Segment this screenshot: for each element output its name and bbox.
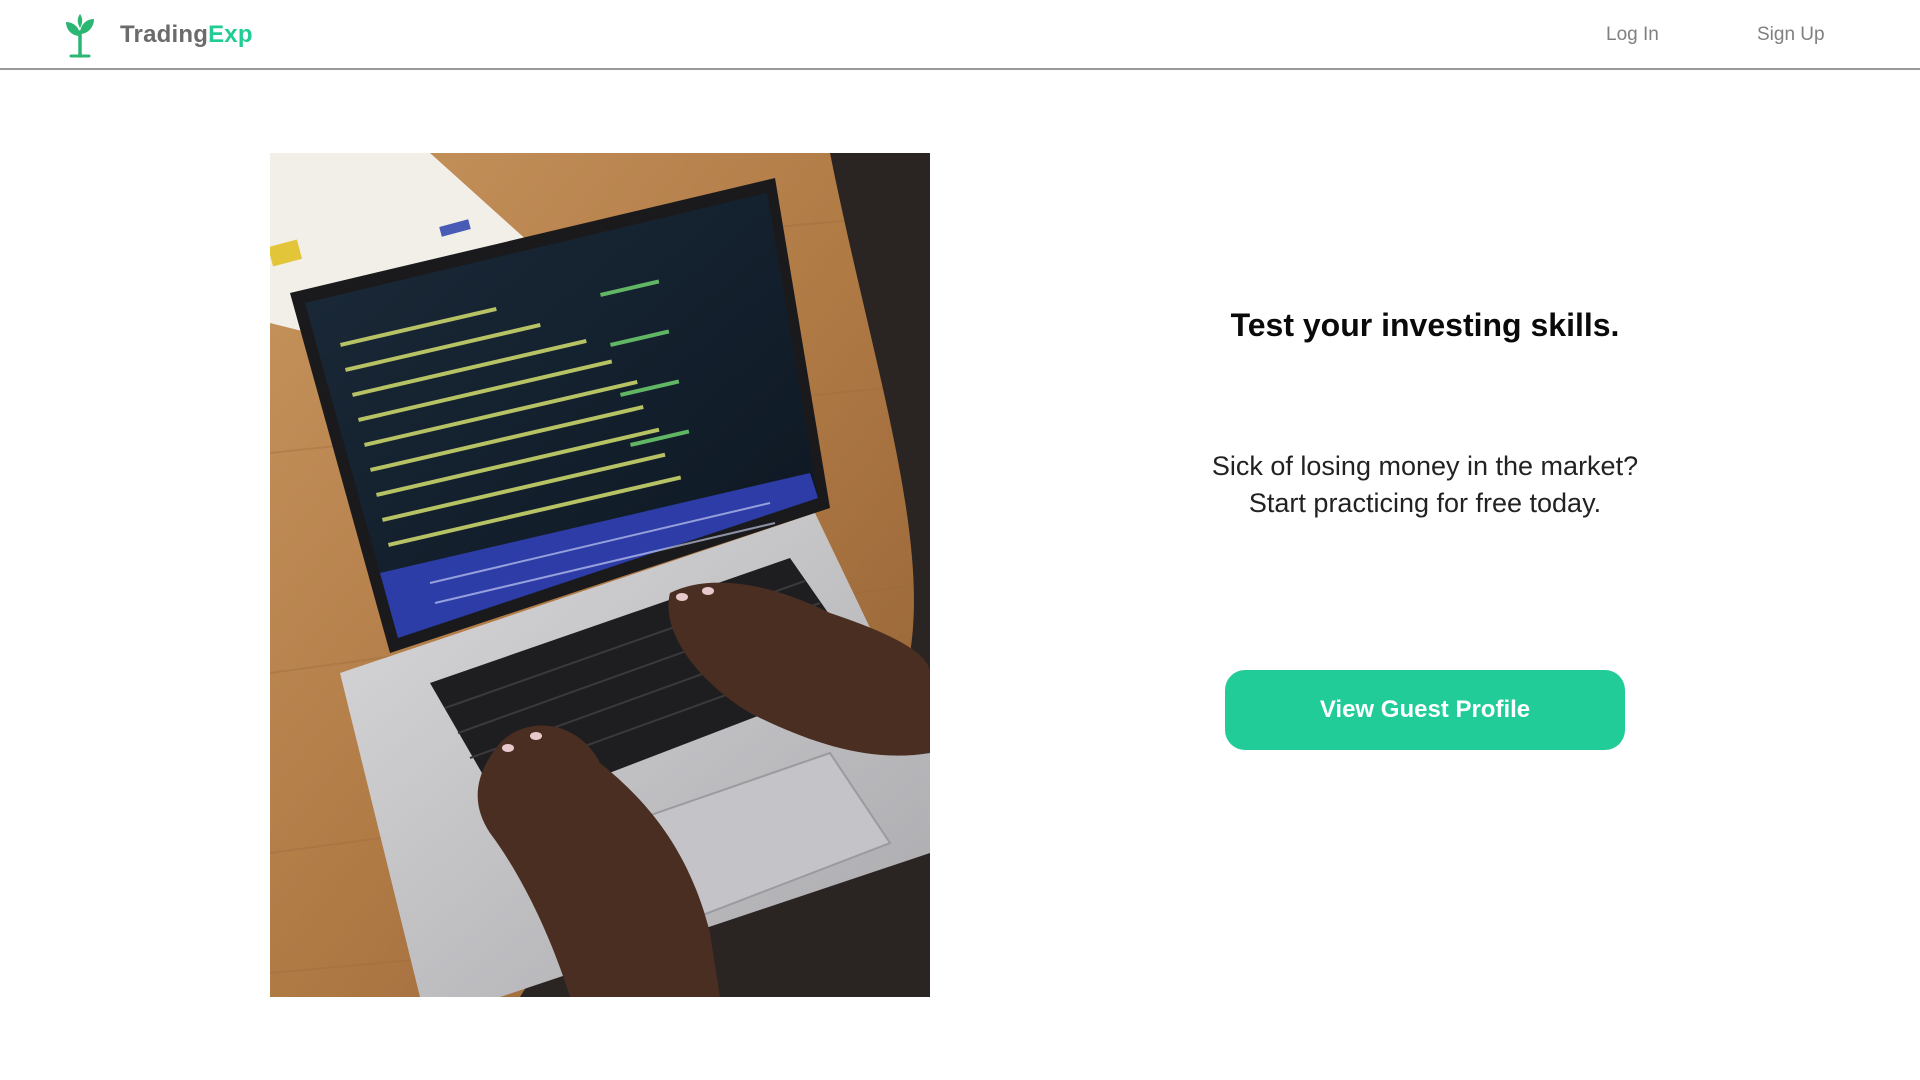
brand-name-part2: Exp (208, 21, 253, 48)
page-headline: Test your investing skills. (1230, 307, 1620, 343)
subline-1: Sick of losing money in the market? (1211, 451, 1639, 481)
brand-home-link[interactable]: TradingExp (62, 12, 253, 58)
brand-name: TradingExp (120, 21, 253, 49)
view-guest-profile-button[interactable]: View Guest Profile (1225, 670, 1625, 750)
subline-2: Start practicing for free today. (1248, 488, 1602, 518)
hero-copy: Test your investing skills. Sick of losi… (1125, 0, 1725, 1080)
sprout-icon (66, 14, 94, 58)
signup-link[interactable]: Sign Up (1757, 24, 1825, 46)
hero-photo-laptop (270, 153, 930, 997)
brand-name-part1: Trading (120, 21, 209, 48)
